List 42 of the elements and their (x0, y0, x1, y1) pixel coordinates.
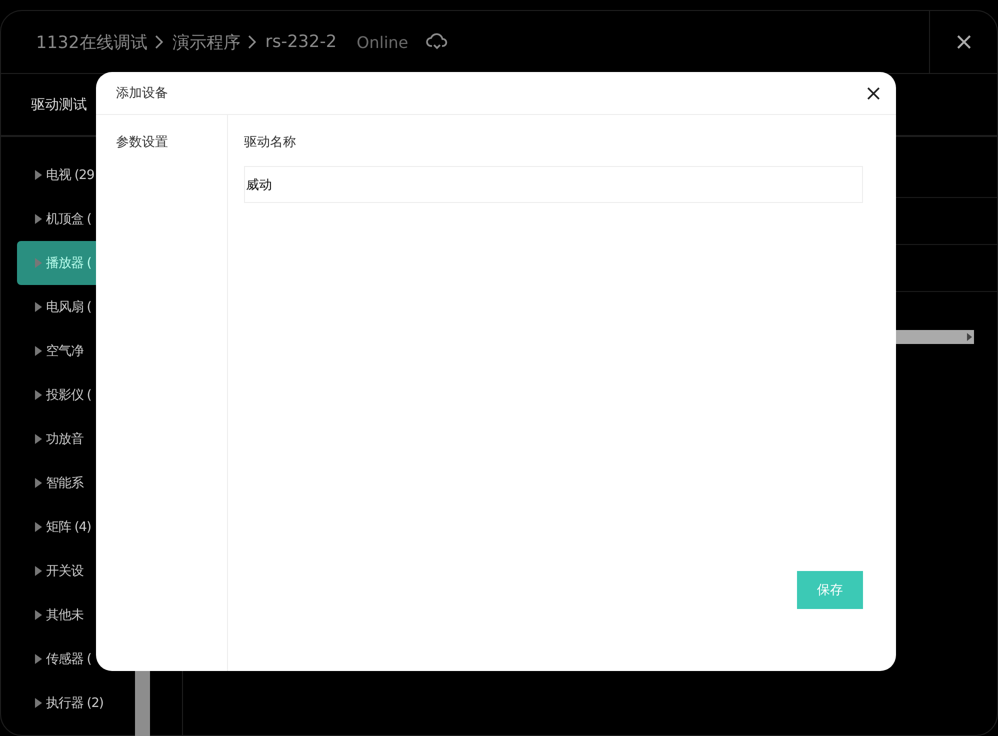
caret-icon (35, 214, 42, 224)
close-icon (956, 35, 970, 49)
nav-item[interactable]: 参数设置 (116, 133, 227, 151)
tree-item[interactable]: 执行器 (2) (17, 681, 167, 725)
caret-icon (35, 610, 42, 620)
caret-icon (35, 654, 42, 664)
caret-icon (35, 698, 42, 708)
tree-item[interactable]: 机顶盒 ( (17, 197, 167, 241)
tree-item[interactable]: 空气净 (17, 329, 167, 373)
caret-icon (35, 566, 42, 576)
caret-icon (35, 258, 42, 268)
breadcrumb-link[interactable]: rs-232-2 (265, 32, 337, 52)
caret-icon (35, 346, 42, 356)
tree-item[interactable]: 智能系 (17, 461, 167, 505)
chevron-icon (248, 35, 258, 49)
caret-icon (35, 522, 42, 532)
breadcrumb-link[interactable]: 1132在线调试 (36, 30, 148, 54)
tree-item[interactable]: 功放音 (17, 417, 167, 461)
tree-item[interactable]: 电视 (29 (17, 153, 167, 197)
scrollbar[interactable] (135, 670, 150, 736)
caret-icon (35, 478, 42, 488)
tree-item[interactable]: 投影仪 ( (17, 373, 167, 417)
status-text: Online (356, 32, 408, 52)
caret-icon (35, 390, 42, 400)
close-icon (867, 86, 880, 100)
tree-item[interactable]: 矩阵 (4) (17, 505, 167, 549)
dialog-title: 添加设备 (116, 85, 168, 102)
tree-item[interactable]: 其他未 (17, 593, 167, 637)
tab[interactable]: 驱动测试 (31, 96, 87, 114)
tree-item[interactable]: 传感器 ( (17, 637, 167, 681)
close-button[interactable] (867, 86, 880, 100)
field-label: 驱动名称 (244, 134, 297, 151)
caret-icon (35, 434, 42, 444)
tree-item[interactable]: 电风扇 ( (17, 285, 167, 329)
caret-icon (964, 333, 974, 341)
tree-item[interactable]: 开关设 (17, 549, 167, 593)
input-field[interactable]: 威动 (244, 166, 863, 203)
chevron-icon (155, 35, 164, 49)
cloud-check-icon (426, 33, 448, 51)
caret-icon (35, 170, 42, 180)
caret-icon (35, 302, 42, 312)
breadcrumb-link[interactable]: 演示程序 (172, 30, 240, 54)
